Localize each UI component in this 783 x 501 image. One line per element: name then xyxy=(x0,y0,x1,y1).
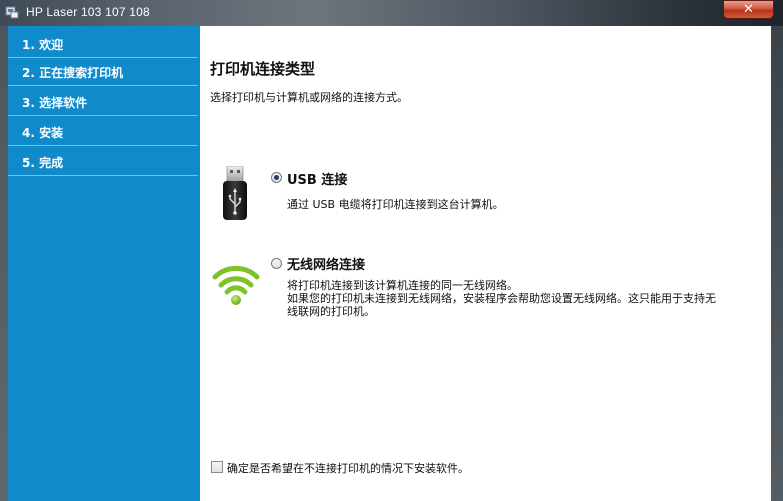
main-panel: 打印机连接类型 选择打印机与计算机或网络的连接方式。 USB 连接 通过 USB… xyxy=(200,26,771,501)
window-frame-left xyxy=(0,26,8,501)
window-titlebar[interactable]: HP Laser 103 107 108 ✕ xyxy=(0,0,783,26)
step-install: 4. 安装 xyxy=(8,118,198,146)
step-label: 3. 选择软件 xyxy=(22,96,88,110)
close-icon: ✕ xyxy=(743,2,754,17)
step-label: 5. 完成 xyxy=(22,156,64,170)
usb-connection-label[interactable]: USB 连接 xyxy=(287,169,347,188)
step-label: 1. 欢迎 xyxy=(22,38,64,52)
step-select-software: 3. 选择软件 xyxy=(8,88,198,116)
wireless-connection-radio[interactable] xyxy=(271,258,282,269)
page-title: 打印机连接类型 xyxy=(210,60,316,78)
install-without-printer-label[interactable]: 确定是否希望在不连接打印机的情况下安装软件。 xyxy=(227,460,469,476)
wifi-icon xyxy=(212,265,260,305)
page-subtitle: 选择打印机与计算机或网络的连接方式。 xyxy=(210,91,408,104)
app-icon xyxy=(5,6,19,19)
step-finish: 5. 完成 xyxy=(8,148,198,176)
install-without-printer-checkbox[interactable] xyxy=(211,461,223,473)
wireless-description-line-2: 如果您的打印机未连接到无线网络，安装程序会帮助您设置无线网络。这只能用于支持无 xyxy=(287,292,716,305)
steps-sidebar: 1. 欢迎 2. 正在搜索打印机 3. 选择软件 4. 安装 5. 完成 xyxy=(8,26,200,501)
close-button[interactable]: ✕ xyxy=(723,0,774,19)
wireless-connection-label[interactable]: 无线网络连接 xyxy=(287,254,365,273)
step-searching-printer: 2. 正在搜索打印机 xyxy=(8,58,198,86)
usb-connection-radio[interactable] xyxy=(271,172,282,183)
window-frame-right xyxy=(771,26,783,501)
usb-connection-description: 通过 USB 电缆将打印机连接到这台计算机。 xyxy=(287,198,504,211)
window-title: HP Laser 103 107 108 xyxy=(26,5,150,19)
usb-icon xyxy=(223,166,247,220)
radio-selected-dot xyxy=(274,175,279,180)
step-label: 4. 安装 xyxy=(22,126,64,140)
wireless-description-line-3: 线联网的打印机。 xyxy=(287,305,375,318)
wireless-description-line-1: 将打印机连接到该计算机连接的同一无线网络。 xyxy=(287,279,518,292)
step-welcome: 1. 欢迎 xyxy=(8,30,198,58)
step-label: 2. 正在搜索打印机 xyxy=(22,66,124,80)
